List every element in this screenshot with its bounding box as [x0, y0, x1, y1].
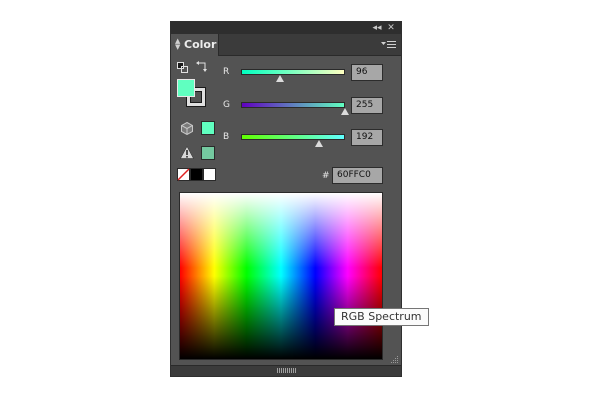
green-slider-thumb[interactable]	[341, 108, 349, 115]
panel-tabbar: ▲ ▼ Color	[171, 34, 401, 56]
blue-slider-thumb[interactable]	[315, 140, 324, 147]
out-of-gamut-warning-icon	[180, 146, 194, 159]
none-swatch[interactable]	[177, 168, 190, 181]
green-slider-track[interactable]	[241, 102, 345, 108]
tab-color[interactable]: ▲ ▼ Color	[171, 34, 219, 56]
red-value-field[interactable]: 96	[351, 64, 383, 81]
tab-expand-icon: ▲ ▼	[175, 37, 181, 51]
red-slider-thumb[interactable]	[276, 75, 285, 82]
black-swatch[interactable]	[190, 168, 203, 181]
blue-slider-track[interactable]	[241, 134, 345, 140]
white-swatch[interactable]	[203, 168, 216, 181]
red-channel-label: R	[223, 67, 230, 77]
resize-grip-icon[interactable]	[391, 356, 399, 364]
spectrum-tooltip: RGB Spectrum	[334, 308, 429, 326]
green-value-field[interactable]: 255	[351, 97, 383, 114]
panel-titlebar[interactable]: ◂◂ ✕	[171, 22, 401, 34]
red-slider-track[interactable]	[241, 69, 345, 75]
swap-fill-stroke-icon[interactable]	[196, 60, 208, 72]
out-of-web-color-icon	[181, 122, 193, 135]
collapse-panel-button[interactable]: ◂◂	[371, 22, 383, 34]
tab-color-label: Color	[184, 38, 217, 51]
panel-menu-icon[interactable]	[381, 39, 397, 51]
close-panel-button[interactable]: ✕	[385, 22, 397, 34]
fill-swatch[interactable]	[177, 79, 195, 97]
rgb-spectrum-ramp[interactable]	[179, 192, 383, 360]
blue-channel-label: B	[223, 132, 230, 142]
green-channel-label: G	[223, 100, 230, 110]
hex-symbol: #	[322, 171, 330, 181]
hex-value-field[interactable]: 60FFC0	[332, 167, 383, 184]
default-fill-stroke-icon[interactable]	[177, 62, 188, 73]
in-gamut-color-swatch[interactable]	[201, 146, 215, 160]
stage: ◂◂ ✕ ▲ ▼ Color R 96 G 255 B 192 # 60FFC0…	[0, 0, 600, 402]
blue-value-field[interactable]: 192	[351, 129, 383, 146]
web-safe-color-swatch[interactable]	[201, 121, 215, 135]
panel-bottom-bar	[171, 365, 401, 376]
panel-drag-grip[interactable]	[277, 368, 297, 373]
